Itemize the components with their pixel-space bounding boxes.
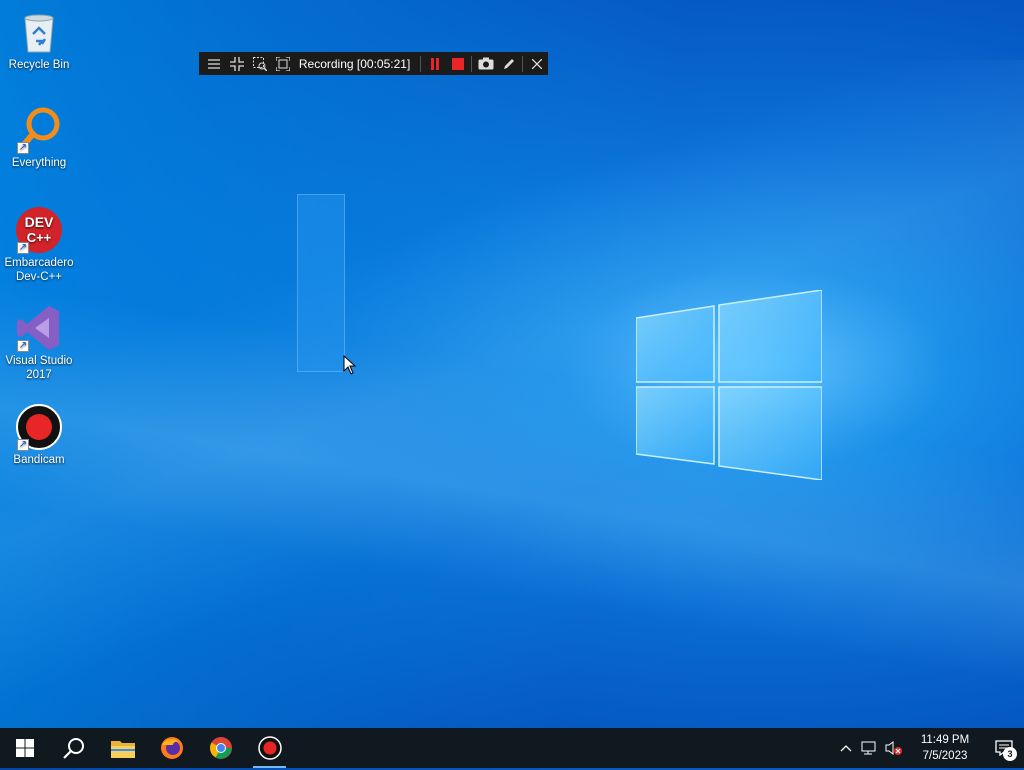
bandicam-icon: ↗ (15, 403, 63, 451)
clock-date: 7/5/2023 (922, 750, 968, 762)
wallpaper-beam (0, 250, 1024, 770)
desktop-icon-label: Bandicam (13, 454, 65, 466)
desktop-icon-label: Recycle Bin (8, 59, 70, 71)
desktop-icon-label: Everything (11, 157, 67, 169)
toolbar-divider (522, 55, 524, 72)
network-icon[interactable] (858, 728, 882, 768)
wallpaper-beam (0, 60, 1024, 760)
taskbar-bandicam[interactable] (245, 728, 294, 768)
folder-icon (110, 741, 135, 758)
toolbar-divider (471, 55, 473, 72)
toolbar-divider (420, 55, 422, 72)
taskbar-firefox[interactable] (147, 728, 196, 768)
desktop-icon-label: Embarcadero Dev-C++ (4, 257, 74, 283)
devcpp-icon: DEV C++ ↗ (15, 206, 63, 254)
shortcut-arrow-icon: ↗ (17, 340, 29, 352)
windows-logo-wallpaper (636, 290, 822, 480)
close-icon[interactable] (525, 52, 548, 75)
desktop-icon-label: Visual Studio 2017 (5, 355, 73, 381)
pause-icon[interactable] (423, 52, 446, 75)
menu-icon[interactable] (203, 52, 226, 75)
taskbar: 11:49 PM 7/5/2023 3 (0, 728, 1024, 768)
windows-start-icon (15, 739, 34, 757)
taskbar-file-explorer[interactable] (98, 728, 147, 768)
action-center-button[interactable]: 3 (984, 728, 1024, 768)
shortcut-arrow-icon: ↗ (17, 242, 29, 254)
desktop-icon-recycle-bin[interactable]: Recycle Bin (1, 8, 77, 72)
system-tray: 11:49 PM 7/5/2023 3 (834, 728, 1024, 768)
chrome-icon (209, 737, 232, 759)
recycle-bin-icon (15, 8, 63, 56)
desktop-icon-visual-studio[interactable]: ↗ Visual Studio 2017 (1, 304, 77, 382)
clock-time: 11:49 PM (920, 734, 970, 746)
bandicam-icon (257, 736, 282, 760)
shrink-icon[interactable] (226, 52, 249, 75)
shortcut-arrow-icon: ↗ (17, 142, 29, 154)
devcpp-badge-text: DEV (25, 214, 54, 230)
search-button[interactable] (49, 728, 98, 768)
desktop-selection-rectangle (297, 194, 345, 372)
desktop-icon-devcpp[interactable]: DEV C++ ↗ Embarcadero Dev-C++ (1, 206, 77, 284)
search-icon (62, 738, 84, 759)
recording-toolbar: Recording [00:05:21] (199, 52, 548, 75)
show-hidden-icons-chevron-up-icon[interactable] (834, 728, 858, 768)
wallpaper-glow (0, 0, 1024, 728)
start-button[interactable] (0, 728, 49, 768)
mouse-pointer-icon (343, 355, 357, 375)
fullscreen-select-icon[interactable] (272, 52, 295, 75)
select-area-icon[interactable] (249, 52, 272, 75)
desktop-icon-everything[interactable]: ↗ Everything (1, 106, 77, 170)
desktop-icon-bandicam[interactable]: ↗ Bandicam (1, 403, 77, 467)
camera-icon[interactable] (474, 52, 497, 75)
pencil-icon[interactable] (497, 52, 520, 75)
firefox-icon (160, 737, 183, 759)
taskbar-clock[interactable]: 11:49 PM 7/5/2023 (910, 732, 980, 764)
visual-studio-icon: ↗ (15, 304, 63, 352)
stop-icon[interactable] (446, 52, 469, 75)
devcpp-badge-text: C++ (27, 230, 52, 245)
everything-search-icon: ↗ (15, 106, 63, 154)
recording-status-text: Recording [00:05:21] (298, 56, 411, 71)
taskbar-chrome[interactable] (196, 728, 245, 768)
notification-count-badge: 3 (1003, 747, 1017, 761)
shortcut-arrow-icon: ↗ (17, 439, 29, 451)
volume-muted-icon[interactable] (882, 728, 906, 768)
